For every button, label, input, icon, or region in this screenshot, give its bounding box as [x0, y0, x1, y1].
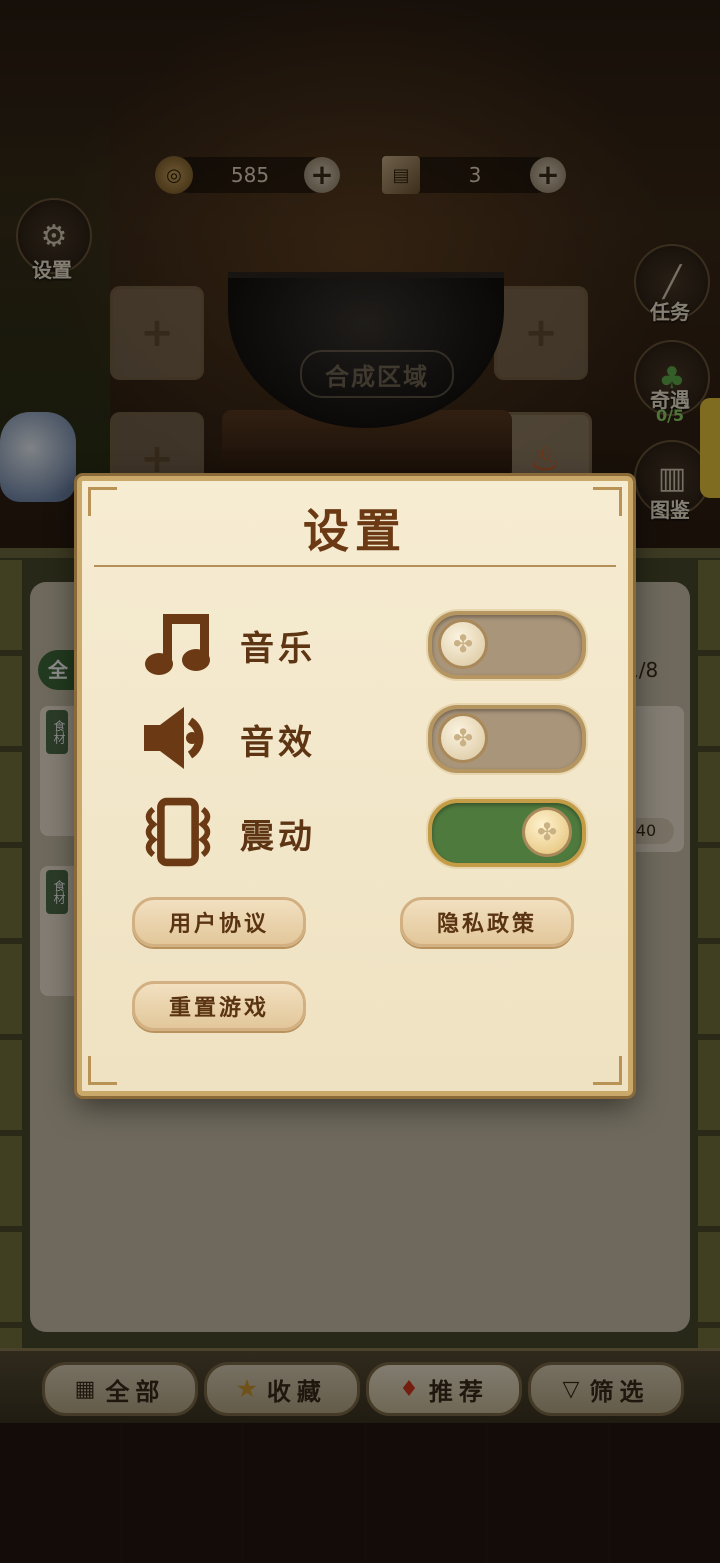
toggle-knob: ✤: [438, 713, 488, 763]
vibration-toggle[interactable]: ✤: [428, 799, 586, 867]
privacy-policy-button[interactable]: 隐私政策: [400, 897, 574, 947]
music-toggle[interactable]: ✤: [428, 611, 586, 679]
vibration-label: 震动: [240, 817, 316, 857]
dialog-title: 设置: [303, 504, 407, 558]
sound-effects-toggle[interactable]: ✤: [428, 705, 586, 773]
vibration-icon: [140, 797, 216, 867]
settings-dialog: 设置 音乐 ✤ 音效 ✤ 震动 ✤ 用户协议 隐私政策 重置游戏: [77, 476, 633, 1096]
toggle-knob: ✤: [438, 619, 488, 669]
toggle-knob: ✤: [522, 807, 572, 857]
music-label: 音乐: [240, 629, 316, 669]
music-note-icon: [140, 609, 216, 679]
sound-effects-label: 音效: [240, 723, 316, 763]
user-agreement-button[interactable]: 用户协议: [132, 897, 306, 947]
reset-game-button[interactable]: 重置游戏: [132, 981, 306, 1031]
corner-ornament: [88, 1056, 117, 1085]
corner-ornament: [593, 1056, 622, 1085]
title-divider: [94, 565, 616, 567]
speaker-icon: [140, 703, 216, 773]
